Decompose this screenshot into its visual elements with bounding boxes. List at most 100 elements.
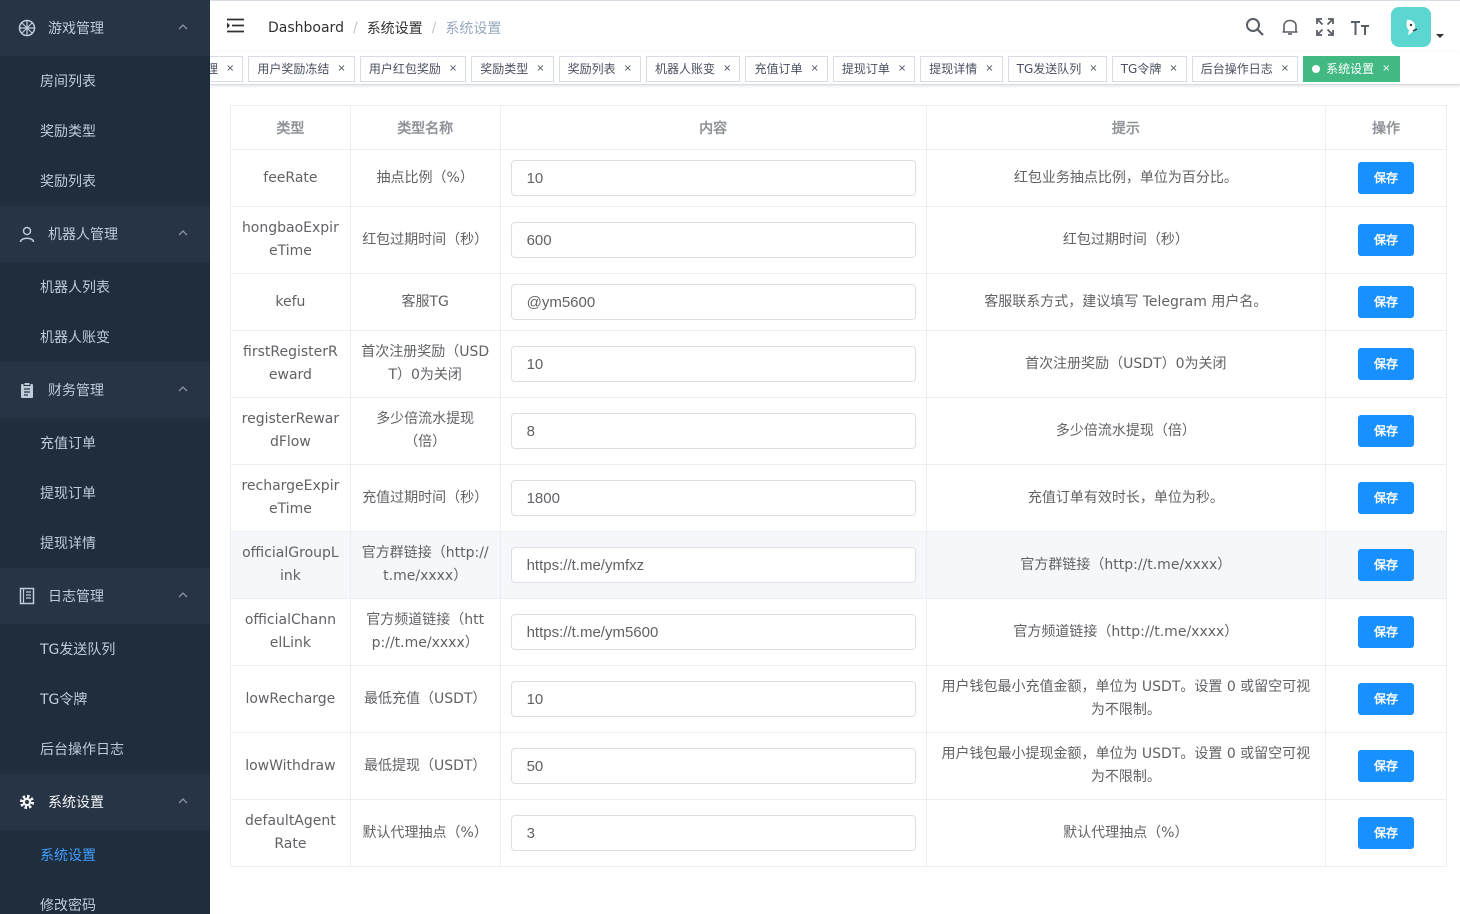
cell-type: defaultAgentRate bbox=[230, 799, 351, 867]
type-name: 红包过期时间（秒） bbox=[362, 231, 489, 248]
cell-content bbox=[499, 273, 927, 331]
cell-name: 官方频道链接（http://t.me/xxxx） bbox=[349, 598, 501, 666]
sidebar-item-withdraw-details[interactable]: 提现详情 bbox=[0, 518, 210, 568]
setting-value-input[interactable] bbox=[510, 160, 916, 196]
setting-value-input[interactable] bbox=[510, 284, 916, 320]
header-type: 类型 bbox=[230, 105, 351, 150]
cell-content bbox=[499, 531, 927, 599]
setting-value-input[interactable] bbox=[510, 413, 916, 449]
table-row: lowRecharge 最低充值（USDT） 用户钱包最小充值金额，单位为 USDT… bbox=[230, 665, 1447, 733]
breadcrumb-parent[interactable]: 系统设置 bbox=[367, 18, 423, 38]
sidebar-item-system-settings[interactable]: 系统设置 bbox=[0, 830, 210, 880]
sidebar-item-robot-list[interactable]: 机器人列表 bbox=[0, 262, 210, 312]
tab-tag[interactable]: TG令牌 × bbox=[1111, 56, 1187, 82]
tab-tag[interactable]: 用户红包奖励 × bbox=[359, 56, 467, 82]
font-size-icon[interactable] bbox=[1350, 17, 1370, 37]
sidebar-item-change-password[interactable]: 修改密码 bbox=[0, 880, 210, 914]
type-key: officialGroupLink bbox=[242, 545, 339, 584]
table-row: rechargeExpireTime 充值过期时间（秒） 充值订单有效时长，单位为秒… bbox=[230, 464, 1447, 532]
hint-text: 首次注册奖励（USDT）0为关闭 bbox=[1025, 355, 1227, 372]
tab-tag[interactable]: 用户奖励冻结 × bbox=[248, 56, 355, 82]
tab-tag[interactable]: 奖励类型 × bbox=[471, 56, 554, 82]
close-icon[interactable]: × bbox=[1382, 57, 1390, 81]
sidebar-item-reward-list[interactable]: 奖励列表 bbox=[0, 156, 210, 206]
setting-value-input[interactable] bbox=[510, 614, 916, 650]
cell-action: 保存 bbox=[1325, 206, 1447, 274]
save-button[interactable]: 保存 bbox=[1358, 162, 1415, 194]
setting-value-input[interactable] bbox=[510, 480, 916, 516]
setting-value-input[interactable] bbox=[510, 681, 916, 717]
avatar[interactable] bbox=[1391, 7, 1431, 47]
save-button[interactable]: 保存 bbox=[1358, 683, 1415, 715]
tab-tag[interactable]: TG发送队列 × bbox=[1007, 56, 1107, 82]
close-icon[interactable]: × bbox=[898, 57, 906, 81]
tags-view: 管理×用户奖励冻结×用户红包奖励×奖励类型×奖励列表×机器人账变×充值订单×提现… bbox=[210, 52, 1460, 85]
close-icon[interactable]: × bbox=[449, 57, 457, 81]
setting-value-input[interactable] bbox=[510, 748, 916, 784]
close-icon[interactable]: × bbox=[624, 57, 632, 81]
search-icon[interactable] bbox=[1245, 17, 1265, 37]
setting-value-input[interactable] bbox=[510, 547, 916, 583]
save-button[interactable]: 保存 bbox=[1358, 482, 1415, 514]
save-button[interactable]: 保存 bbox=[1358, 750, 1415, 782]
cell-name: 官方群链接（http://t.me/xxxx） bbox=[349, 531, 501, 599]
type-key: registerRewardFlow bbox=[241, 411, 340, 450]
close-icon[interactable]: × bbox=[1281, 57, 1289, 81]
close-icon[interactable]: × bbox=[1169, 57, 1177, 81]
type-name: 官方群链接（http://t.me/xxxx） bbox=[361, 545, 489, 584]
close-icon[interactable]: × bbox=[226, 57, 234, 81]
close-icon[interactable]: × bbox=[810, 57, 818, 81]
hint-text: 官方群链接（http://t.me/xxxx） bbox=[1020, 556, 1232, 573]
sidebar-item-tg-queue[interactable]: TG发送队列 bbox=[0, 624, 210, 674]
save-button[interactable]: 保存 bbox=[1358, 415, 1415, 447]
fullscreen-icon[interactable] bbox=[1315, 17, 1335, 37]
menu-group-game[interactable]: 游戏管理 bbox=[0, 0, 210, 56]
save-button[interactable]: 保存 bbox=[1358, 549, 1415, 581]
sidebar-item-withdraw-orders[interactable]: 提现订单 bbox=[0, 468, 210, 518]
sidebar-item-room-list[interactable]: 房间列表 bbox=[0, 56, 210, 106]
menu-group-finance[interactable]: 财务管理 bbox=[0, 362, 210, 418]
save-button[interactable]: 保存 bbox=[1358, 348, 1415, 380]
setting-value-input[interactable] bbox=[510, 222, 916, 258]
setting-value-input[interactable] bbox=[510, 815, 916, 851]
save-button[interactable]: 保存 bbox=[1358, 817, 1415, 849]
menu-group-robot[interactable]: 机器人管理 bbox=[0, 206, 210, 262]
sidebar-item-tg-token[interactable]: TG令牌 bbox=[0, 674, 210, 724]
save-button[interactable]: 保存 bbox=[1358, 286, 1415, 318]
sidebar-item-recharge-orders[interactable]: 充值订单 bbox=[0, 418, 210, 468]
type-key: rechargeExpireTime bbox=[241, 478, 340, 517]
sidebar-item-robot-account[interactable]: 机器人账变 bbox=[0, 312, 210, 362]
setting-value-input[interactable] bbox=[510, 346, 916, 382]
menu-group-logs[interactable]: 日志管理 bbox=[0, 568, 210, 624]
close-icon[interactable]: × bbox=[536, 57, 544, 81]
save-button[interactable]: 保存 bbox=[1358, 616, 1415, 648]
tab-tag[interactable]: 机器人账变 × bbox=[646, 56, 741, 82]
cell-action: 保存 bbox=[1325, 665, 1447, 733]
close-icon[interactable]: × bbox=[1089, 57, 1097, 81]
sidebar-item-reward-type[interactable]: 奖励类型 bbox=[0, 106, 210, 156]
hamburger-icon[interactable] bbox=[227, 18, 244, 33]
tab-tag[interactable]: 奖励列表 × bbox=[558, 56, 642, 82]
breadcrumb-home[interactable]: Dashboard bbox=[268, 20, 344, 36]
close-icon[interactable]: × bbox=[337, 57, 345, 81]
menu-group-system[interactable]: 系统设置 bbox=[0, 774, 210, 830]
cell-content bbox=[499, 206, 927, 274]
cell-type: hongbaoExpireTime bbox=[230, 206, 351, 274]
tab-tag[interactable]: 系统设置 × bbox=[1303, 56, 1400, 82]
type-key: kefu bbox=[275, 293, 306, 310]
menu-group-label: 财务管理 bbox=[48, 383, 104, 399]
tab-tag[interactable]: 提现订单 × bbox=[832, 56, 916, 82]
sidebar-item-admin-log[interactable]: 后台操作日志 bbox=[0, 724, 210, 774]
save-button[interactable]: 保存 bbox=[1358, 224, 1415, 256]
close-icon[interactable]: × bbox=[985, 57, 993, 81]
close-icon[interactable]: × bbox=[723, 57, 731, 81]
caret-down-icon[interactable] bbox=[1435, 31, 1445, 41]
table-row: kefu 客服TG 客服联系方式，建议填写 Telegram 用户名。 保存 bbox=[230, 273, 1447, 331]
cell-type: lowRecharge bbox=[230, 665, 351, 733]
tab-tag[interactable]: 管理 × bbox=[210, 56, 244, 82]
bell-icon[interactable] bbox=[1280, 17, 1300, 37]
tab-tag[interactable]: 后台操作日志 × bbox=[1191, 56, 1299, 82]
tab-tag[interactable]: 充值订单 × bbox=[745, 56, 828, 82]
tab-tag[interactable]: 提现详情 × bbox=[920, 56, 1003, 82]
cell-name: 首次注册奖励（USDT）0为关闭 bbox=[349, 330, 501, 398]
